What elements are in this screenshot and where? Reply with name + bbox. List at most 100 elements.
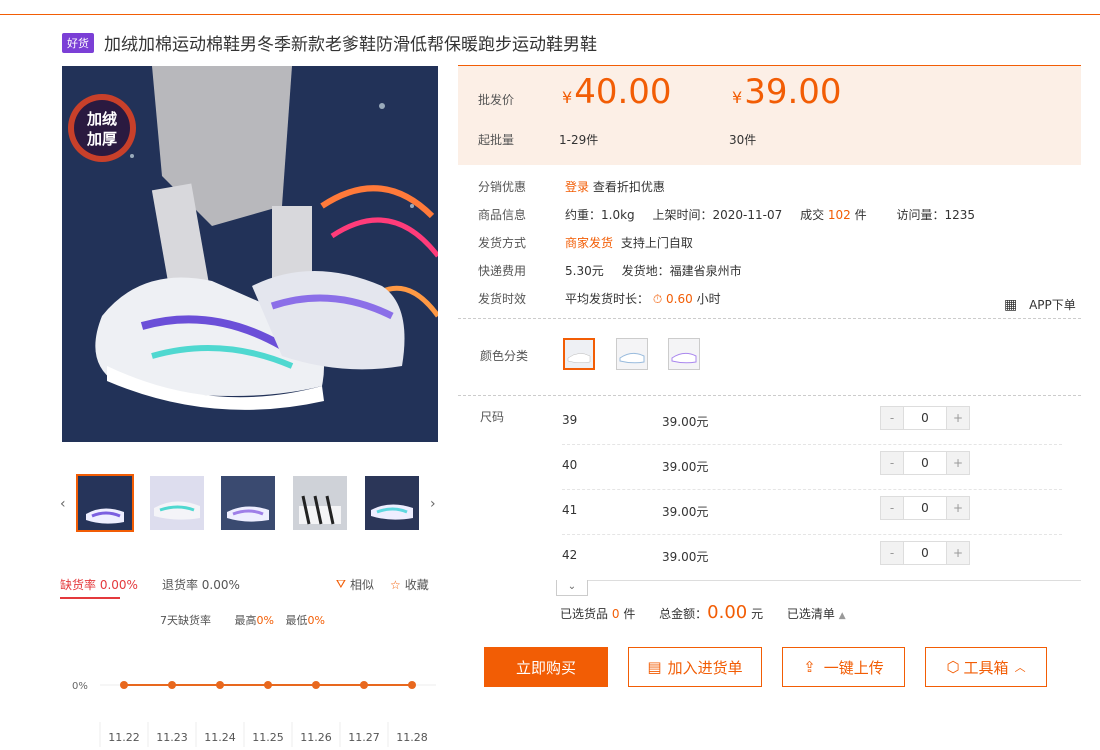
- size-label: 尺码: [480, 410, 505, 424]
- x-tick-label: 11.22: [108, 731, 140, 744]
- tab-underline: [60, 597, 120, 599]
- minus-button[interactable]: -: [881, 542, 903, 564]
- favorite-link[interactable]: 收藏: [405, 576, 429, 593]
- minus-button[interactable]: -: [881, 452, 903, 474]
- quantity-input[interactable]: 0: [903, 452, 947, 474]
- timing-unit: 小时: [696, 292, 721, 306]
- box-icon: ⬡: [946, 658, 960, 676]
- clipboard-icon: ▤: [647, 658, 662, 676]
- discount-link[interactable]: 查看折扣优惠: [593, 180, 665, 194]
- chevron-right-icon[interactable]: ›: [430, 496, 436, 512]
- thumbnail-3[interactable]: [219, 474, 277, 532]
- low-label: 最低: [285, 614, 308, 627]
- distribution-label: 分销优惠: [478, 180, 527, 194]
- low-value: 0%: [307, 614, 325, 627]
- price-label: 批发价: [478, 93, 515, 107]
- high-label: 最高: [234, 614, 257, 627]
- shoe-image: 加绒 加厚: [62, 66, 438, 442]
- plus-button[interactable]: +: [947, 452, 969, 474]
- deal-label: 成交: [800, 208, 825, 222]
- selected-unit: 件: [623, 607, 636, 621]
- chevron-down-icon[interactable]: ⌄: [556, 580, 588, 596]
- selected-count: 0: [611, 607, 620, 621]
- app-order[interactable]: ▦ APP下单: [1004, 296, 1076, 313]
- color-label: 颜色分类: [480, 349, 529, 363]
- moq-tier-2: 30件: [729, 133, 757, 147]
- plus-button[interactable]: +: [947, 497, 969, 519]
- shortage-summary: 7天缺货率 最高0% 最低0%: [160, 612, 325, 628]
- add-to-list-button[interactable]: ▤ 加入进货单: [628, 647, 762, 687]
- quantity-stepper: - 0 +: [880, 496, 970, 520]
- main-product-image[interactable]: 加绒 加厚: [62, 66, 438, 442]
- promo-line-1: 加绒: [86, 110, 117, 128]
- chart-svg: 0% 11.22 11.23 11.24 11.25 11.26 11.27 11.28: [72, 681, 436, 747]
- login-link[interactable]: 登录: [565, 180, 589, 194]
- color-swatch-1[interactable]: [563, 338, 595, 370]
- x-tick-label: 11.24: [204, 731, 236, 744]
- x-tick-label: 11.23: [156, 731, 188, 744]
- order-summary: 已选货品 0 件 总金额：0.00 元 已选清单 ▲: [560, 602, 846, 623]
- minus-button[interactable]: -: [881, 407, 903, 429]
- thumbnail-2[interactable]: [148, 474, 206, 532]
- thumbnail-4[interactable]: [291, 474, 349, 532]
- quantity-stepper: - 0 +: [880, 451, 970, 475]
- app-order-label: APP下单: [1029, 298, 1076, 312]
- size-row: 40 39.00元 - 0 +: [562, 445, 1062, 490]
- listed-time: 上架时间：2020-11-07: [652, 208, 783, 222]
- timing-hours: 0.60: [666, 292, 693, 306]
- quantity-input[interactable]: 0: [903, 497, 947, 519]
- color-swatch-3[interactable]: [668, 338, 700, 370]
- weight: 约重：1.0kg: [565, 208, 635, 222]
- thumbnail-strip: ‹ ›: [60, 474, 442, 534]
- data-point: [312, 681, 320, 689]
- promo-line-2: 加厚: [86, 130, 117, 148]
- similar-icon[interactable]: ⛛: [336, 577, 346, 592]
- star-icon[interactable]: ☆: [390, 578, 401, 592]
- return-rate[interactable]: 退货率 0.00%: [162, 576, 240, 593]
- size-price: 39.00元: [662, 505, 709, 519]
- promo-sticker: 加绒 加厚: [68, 94, 136, 162]
- upload-label: 一键上传: [823, 658, 884, 677]
- upload-button[interactable]: ⇪ 一键上传: [782, 647, 905, 687]
- chevron-left-icon[interactable]: ‹: [60, 496, 66, 512]
- similar-link[interactable]: 相似: [350, 576, 374, 593]
- product-info-label: 商品信息: [478, 208, 527, 222]
- selected-label: 已选货品: [560, 607, 609, 621]
- minus-button[interactable]: -: [881, 497, 903, 519]
- divider-1: [458, 318, 1081, 319]
- size-value: 39: [562, 413, 578, 427]
- deal-count: 102: [827, 208, 851, 222]
- data-point: [216, 681, 224, 689]
- quantity-input[interactable]: 0: [903, 542, 947, 564]
- shortage-rate[interactable]: 缺货率 0.00%: [60, 576, 138, 593]
- size-list-bottom: [556, 580, 1081, 581]
- quantity-input[interactable]: 0: [903, 407, 947, 429]
- visits: 访问量：1235: [896, 208, 976, 222]
- thumbnail-1[interactable]: [76, 474, 134, 532]
- color-swatch-2[interactable]: [616, 338, 648, 370]
- deal-unit: 件: [854, 208, 867, 222]
- size-value: 42: [562, 548, 578, 562]
- toolbox-label: 工具箱: [963, 658, 1009, 677]
- size-row: 42 39.00元 - 0 +: [562, 535, 1062, 580]
- divider-2: [458, 395, 1081, 396]
- selected-list-link[interactable]: 已选清单: [787, 607, 835, 621]
- buy-now-button[interactable]: 立即购买: [484, 647, 608, 687]
- thumbnail-5[interactable]: [363, 474, 421, 532]
- size-row: 39 39.00元 - 0 +: [562, 400, 1062, 445]
- plus-button[interactable]: +: [947, 407, 969, 429]
- toolbox-button[interactable]: ⬡ 工具箱 ︿: [925, 647, 1047, 687]
- quantity-stepper: - 0 +: [880, 406, 970, 430]
- plus-button[interactable]: +: [947, 542, 969, 564]
- data-point: [360, 681, 368, 689]
- origin: 发货地：福建省泉州市: [621, 264, 742, 278]
- express-fee: 5.30元: [565, 264, 604, 278]
- shortage-chart: 0% 11.22 11.23 11.24 11.25 11.26 11.27 11.28: [60, 670, 440, 747]
- data-point: [168, 681, 176, 689]
- clock-icon: ⏱: [652, 292, 663, 306]
- x-tick-label: 11.28: [396, 731, 428, 744]
- caret-up-icon[interactable]: ▲: [839, 611, 846, 621]
- total-label: 总金额：: [659, 607, 708, 621]
- size-value: 40: [562, 458, 578, 472]
- add-to-list-label: 加入进货单: [667, 658, 743, 677]
